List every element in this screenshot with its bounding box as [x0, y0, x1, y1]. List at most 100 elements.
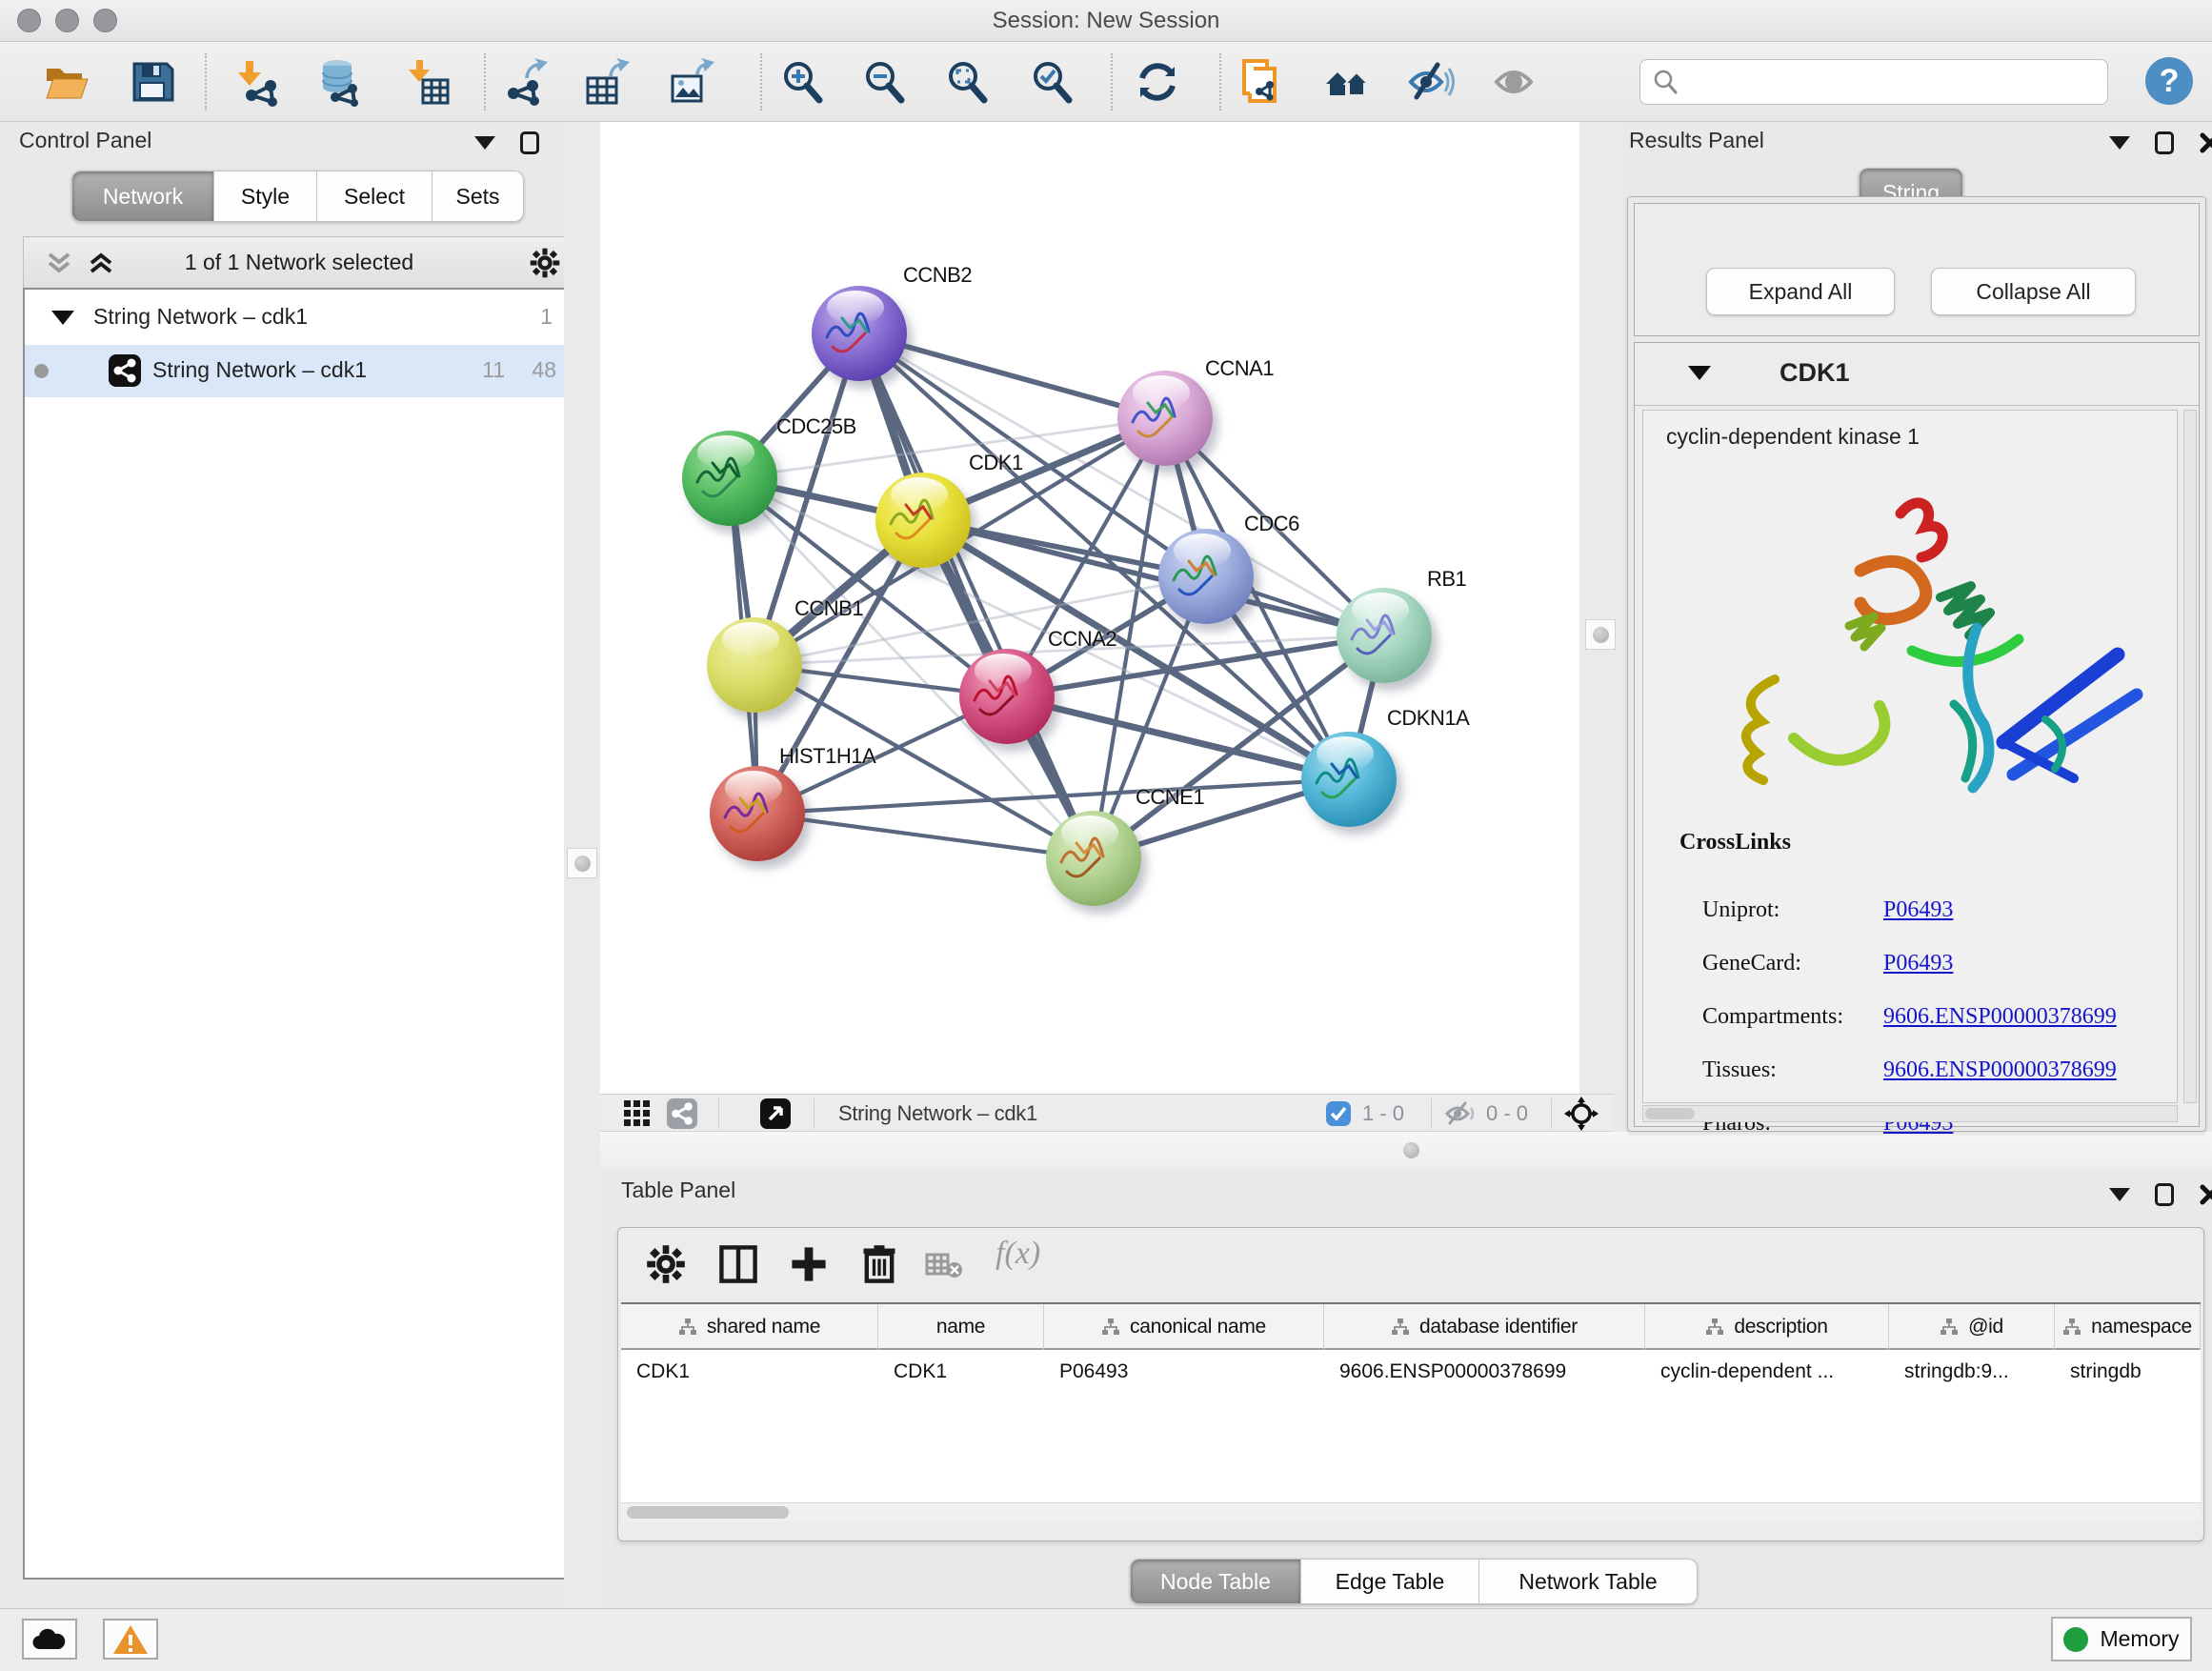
gene-section-header[interactable]: CDK1: [1635, 343, 2199, 406]
delete-column-trash-icon[interactable]: [858, 1243, 900, 1285]
network-node-cdkn1a[interactable]: [1301, 732, 1397, 827]
import-network-database-icon[interactable]: [314, 57, 364, 107]
tab-sets[interactable]: Sets: [432, 171, 524, 222]
network-options-gear-icon[interactable]: [529, 247, 561, 279]
memory-button[interactable]: Memory: [2051, 1617, 2192, 1661]
network-node-ccnb2[interactable]: [812, 286, 907, 381]
left-splitter-handle[interactable]: [567, 848, 597, 878]
cloud-button[interactable]: [22, 1619, 77, 1660]
export-table-icon[interactable]: [582, 57, 632, 107]
show-columns-icon[interactable]: [717, 1243, 759, 1285]
network-canvas[interactable]: CCNB2CCNA1CDC25BCDK1CDC6RB1CCNB1CCNA2CDK…: [600, 122, 1579, 1094]
table-cell[interactable]: CDK1: [621, 1352, 878, 1392]
float-panel-icon[interactable]: [520, 131, 539, 154]
crosslink-link[interactable]: 9606.ENSP00000378699: [1883, 1004, 2117, 1029]
tab-style[interactable]: Style: [214, 171, 317, 222]
hide-selected-icon[interactable]: [1405, 57, 1455, 107]
network-node-rb1[interactable]: [1337, 588, 1432, 683]
delete-table-icon[interactable]: [925, 1251, 963, 1279]
toolbar-separator: [760, 53, 762, 111]
save-session-icon[interactable]: [128, 57, 177, 107]
warnings-button[interactable]: [103, 1619, 158, 1660]
crosslink-link[interactable]: P06493: [1883, 897, 1953, 922]
right-splitter-handle[interactable]: [1585, 619, 1616, 650]
export-network-icon[interactable]: [500, 57, 550, 107]
close-panel-icon[interactable]: [2199, 1183, 2212, 1206]
network-node-cdk1[interactable]: [875, 473, 971, 568]
section-collapse-icon[interactable]: [1688, 366, 1711, 380]
zoom-out-icon[interactable]: [859, 57, 909, 107]
table-horizontal-scrollbar[interactable]: [621, 1502, 2201, 1521]
table-cell[interactable]: CDK1: [878, 1352, 1044, 1392]
crosslink-link[interactable]: 9606.ENSP00000378699: [1883, 1057, 2117, 1082]
open-session-icon[interactable]: [42, 57, 91, 107]
zoom-fit-icon[interactable]: [942, 57, 992, 107]
selected-checkbox-icon[interactable]: [1326, 1101, 1351, 1126]
column-header-namespace[interactable]: namespace: [2055, 1304, 2201, 1350]
column-header-shared-name[interactable]: shared name: [621, 1304, 878, 1350]
right-splitter[interactable]: [1579, 122, 1621, 1094]
search-input[interactable]: [1679, 70, 2088, 94]
table-cell[interactable]: cyclin-dependent ...: [1645, 1352, 1889, 1392]
network-node-ccna2[interactable]: [959, 649, 1055, 744]
tab-network-table[interactable]: Network Table: [1479, 1559, 1698, 1604]
results-vertical-scrollbar[interactable]: [2183, 410, 2197, 1103]
network-node-cdc6[interactable]: [1158, 529, 1254, 624]
table-cell[interactable]: P06493: [1044, 1352, 1324, 1392]
horizontal-splitter[interactable]: [600, 1132, 2212, 1170]
help-button[interactable]: ?: [2145, 57, 2193, 105]
column-header-canonical-name[interactable]: canonical name: [1044, 1304, 1324, 1350]
home-networks-icon[interactable]: [1322, 57, 1372, 107]
network-edge[interactable]: [757, 814, 1094, 858]
show-hidden-icon[interactable]: [1489, 57, 1538, 107]
clone-network-icon[interactable]: [1237, 57, 1286, 107]
column-header-name[interactable]: name: [878, 1304, 1044, 1350]
add-column-icon[interactable]: [788, 1243, 830, 1285]
column-header-database-identifier[interactable]: database identifier: [1324, 1304, 1645, 1350]
table-row[interactable]: CDK1CDK1P064939606.ENSP00000378699cyclin…: [621, 1352, 2201, 1392]
zoom-in-icon[interactable]: [777, 57, 827, 107]
collapse-all-button[interactable]: Collapse All: [1931, 268, 2136, 315]
table-options-gear-icon[interactable]: [645, 1243, 687, 1285]
network-birdseye-icon[interactable]: [667, 1098, 697, 1129]
tab-select[interactable]: Select: [317, 171, 432, 222]
table-cell[interactable]: 9606.ENSP00000378699: [1324, 1352, 1645, 1392]
import-network-file-icon[interactable]: [234, 57, 284, 107]
expand-all-button[interactable]: Expand All: [1706, 268, 1895, 315]
refresh-icon[interactable]: [1133, 57, 1182, 107]
detach-view-icon[interactable]: [760, 1098, 791, 1129]
column-header--id[interactable]: @id: [1889, 1304, 2055, 1350]
network-row[interactable]: String Network – cdk1 11 48: [25, 345, 573, 397]
results-horizontal-scrollbar[interactable]: [1642, 1105, 2178, 1122]
tab-network[interactable]: Network: [71, 171, 214, 222]
grid-view-icon[interactable]: [624, 1100, 651, 1127]
network-node-hist1h1a[interactable]: [710, 766, 805, 861]
float-panel-icon[interactable]: [2155, 1183, 2174, 1206]
float-panel-icon[interactable]: [2155, 131, 2174, 154]
export-image-icon[interactable]: [667, 57, 716, 107]
network-node-ccna1[interactable]: [1117, 371, 1213, 466]
collapse-panel-icon[interactable]: [474, 136, 495, 150]
table-cell[interactable]: stringdb: [2055, 1352, 2201, 1392]
tab-node-table[interactable]: Node Table: [1130, 1559, 1301, 1604]
network-edge[interactable]: [859, 333, 1094, 858]
network-node-cdc25b[interactable]: [682, 431, 777, 526]
tab-edge-table[interactable]: Edge Table: [1301, 1559, 1479, 1604]
network-node-ccne1[interactable]: [1046, 811, 1141, 906]
table-cell[interactable]: stringdb:9...: [1889, 1352, 2055, 1392]
function-builder-icon[interactable]: f(x): [995, 1236, 1072, 1278]
import-table-icon[interactable]: [402, 57, 452, 107]
tree-expand-icon[interactable]: [51, 311, 74, 325]
crosslink-link[interactable]: P06493: [1883, 951, 1953, 976]
scrollbar-thumb[interactable]: [627, 1506, 789, 1519]
fit-selection-crosshair-icon[interactable]: [1564, 1097, 1599, 1131]
column-header-description[interactable]: description: [1645, 1304, 1889, 1350]
network-node-ccnb1[interactable]: [707, 617, 802, 713]
left-splitter[interactable]: [564, 122, 600, 1608]
zoom-selected-icon[interactable]: [1027, 57, 1076, 107]
collapse-panel-icon[interactable]: [2109, 1188, 2130, 1201]
collapse-panel-icon[interactable]: [2109, 136, 2130, 150]
network-collection-row[interactable]: String Network – cdk1 1: [25, 292, 573, 344]
horizontal-splitter-handle[interactable]: [1403, 1142, 1419, 1158]
close-panel-icon[interactable]: [2199, 131, 2212, 154]
